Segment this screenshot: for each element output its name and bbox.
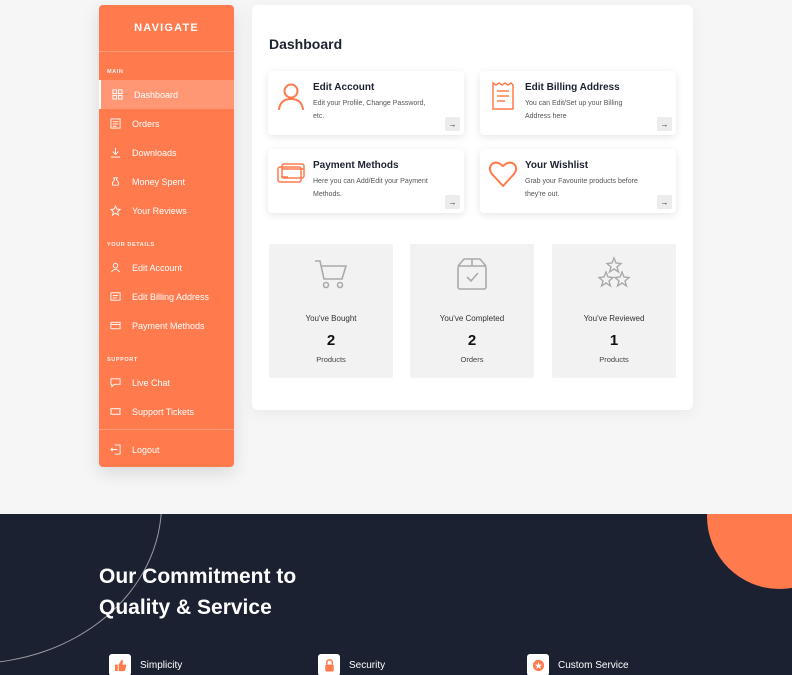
stat-label: You've Bought [305,314,357,323]
arrow-right-icon[interactable]: → [657,195,672,209]
card-description: You can Edit/Set up your Billing Address… [525,100,623,120]
sidebar-item-label: Edit Account [132,262,183,273]
download-icon [109,147,121,159]
feature-label: Security [349,659,386,671]
sidebar-item-label: Downloads [132,147,177,158]
sidebar-item-logout[interactable]: Logout [99,435,234,464]
user-icon [109,262,121,274]
feature-label: Simplicity [140,659,183,671]
sidebar-section-support: SUPPORT [107,357,138,363]
arrow-right-icon[interactable]: → [445,195,460,209]
stat-bought: You've Bought 2 Products [269,244,393,378]
billing-icon [109,291,121,303]
sidebar-item-label: Payment Methods [132,320,205,331]
feature-custom-service: Custom Service [527,654,629,675]
card-description: Edit your Profile, Change Password, etc. [313,100,426,120]
stat-unit: Orders [460,355,484,364]
card-payment-methods[interactable]: Payment Methods Here you can Add/Edit yo… [268,149,464,213]
card-title: Edit Billing Address [525,82,620,93]
decorative-circle [707,514,792,589]
ticket-icon [109,406,121,418]
cart-icon [313,256,349,292]
sidebar-section-details: YOUR DETAILS [107,242,155,248]
sidebar-item-label: Orders [132,118,160,129]
sidebar-item-money-spent[interactable]: Money Spent [99,167,234,196]
sidebar-item-payment-methods[interactable]: Payment Methods [99,311,234,340]
logout-area: Logout [99,429,234,464]
box-icon [454,256,490,292]
card-description: Grab your Favourite products before they… [525,178,638,198]
money-icon [109,176,121,188]
feature-security: Security [318,654,385,675]
stars-icon [596,256,632,292]
sidebar-item-label: Edit Billing Address [132,291,210,302]
card-description: Here you can Add/Edit your Payment Metho… [313,178,428,198]
arrow-right-icon[interactable]: → [657,117,672,131]
stat-label: You've Completed [439,314,505,323]
lock-icon [318,654,340,675]
card-edit-account[interactable]: Edit Account Edit your Profile, Change P… [268,71,464,135]
thumbs-up-icon [109,654,131,675]
arrow-right-icon[interactable]: → [445,117,460,131]
orders-icon [109,118,121,130]
stat-value: 1 [609,332,619,349]
feature-label: Custom Service [558,659,629,671]
stat-reviewed: You've Reviewed 1 Products [552,244,676,378]
sidebar-item-edit-billing[interactable]: Edit Billing Address [99,282,234,311]
page-title: Dashboard [269,36,343,52]
sidebar-item-dashboard[interactable]: Dashboard [99,80,234,109]
sidebar-section-main: MAIN [107,69,124,75]
stat-value: 2 [326,332,336,349]
card-icon [109,320,121,332]
sidebar-item-downloads[interactable]: Downloads [99,138,234,167]
credit-card-icon [276,159,306,189]
card-title: Your Wishlist [525,160,589,171]
commitment-footer: Our Commitment to Quality & Service Simp… [0,514,792,675]
badge-icon [527,654,549,675]
sidebar-item-label: Dashboard [134,89,179,100]
sidebar-item-label: Live Chat [132,377,171,388]
card-title: Edit Account [313,82,375,93]
sidebar-item-label: Support Tickets [132,406,195,417]
sidebar-item-label: Logout [132,444,160,455]
stat-label: You've Reviewed [583,314,645,323]
chat-icon [109,377,121,389]
sidebar-item-edit-account[interactable]: Edit Account [99,253,234,282]
card-wishlist[interactable]: Your Wishlist Grab your Favourite produc… [480,149,676,213]
sidebar: NAVIGATE MAIN Dashboard Orders Downloads… [99,5,234,467]
receipt-icon [488,81,518,111]
logout-icon [109,444,121,456]
sidebar-title: NAVIGATE [99,5,234,52]
sidebar-item-live-chat[interactable]: Live Chat [99,368,234,397]
footer-title: Our Commitment to Quality & Service [99,565,297,619]
feature-simplicity: Simplicity [109,654,182,675]
sidebar-item-orders[interactable]: Orders [99,109,234,138]
stat-value: 2 [467,332,477,349]
stat-unit: Products [599,355,629,364]
stat-unit: Products [316,355,346,364]
sidebar-item-reviews[interactable]: Your Reviews [99,196,234,225]
dashboard-panel: Dashboard Edit Account Edit your Profile… [252,5,693,410]
stat-completed: You've Completed 2 Orders [410,244,534,378]
dashboard-icon [111,89,123,101]
sidebar-item-support-tickets[interactable]: Support Tickets [99,397,234,426]
star-icon [109,205,121,217]
card-title: Payment Methods [313,160,399,171]
heart-icon [488,159,518,189]
sidebar-item-label: Money Spent [132,176,186,187]
sidebar-item-label: Your Reviews [132,205,187,216]
card-edit-billing-address[interactable]: Edit Billing Address You can Edit/Set up… [480,71,676,135]
user-icon [276,81,306,111]
